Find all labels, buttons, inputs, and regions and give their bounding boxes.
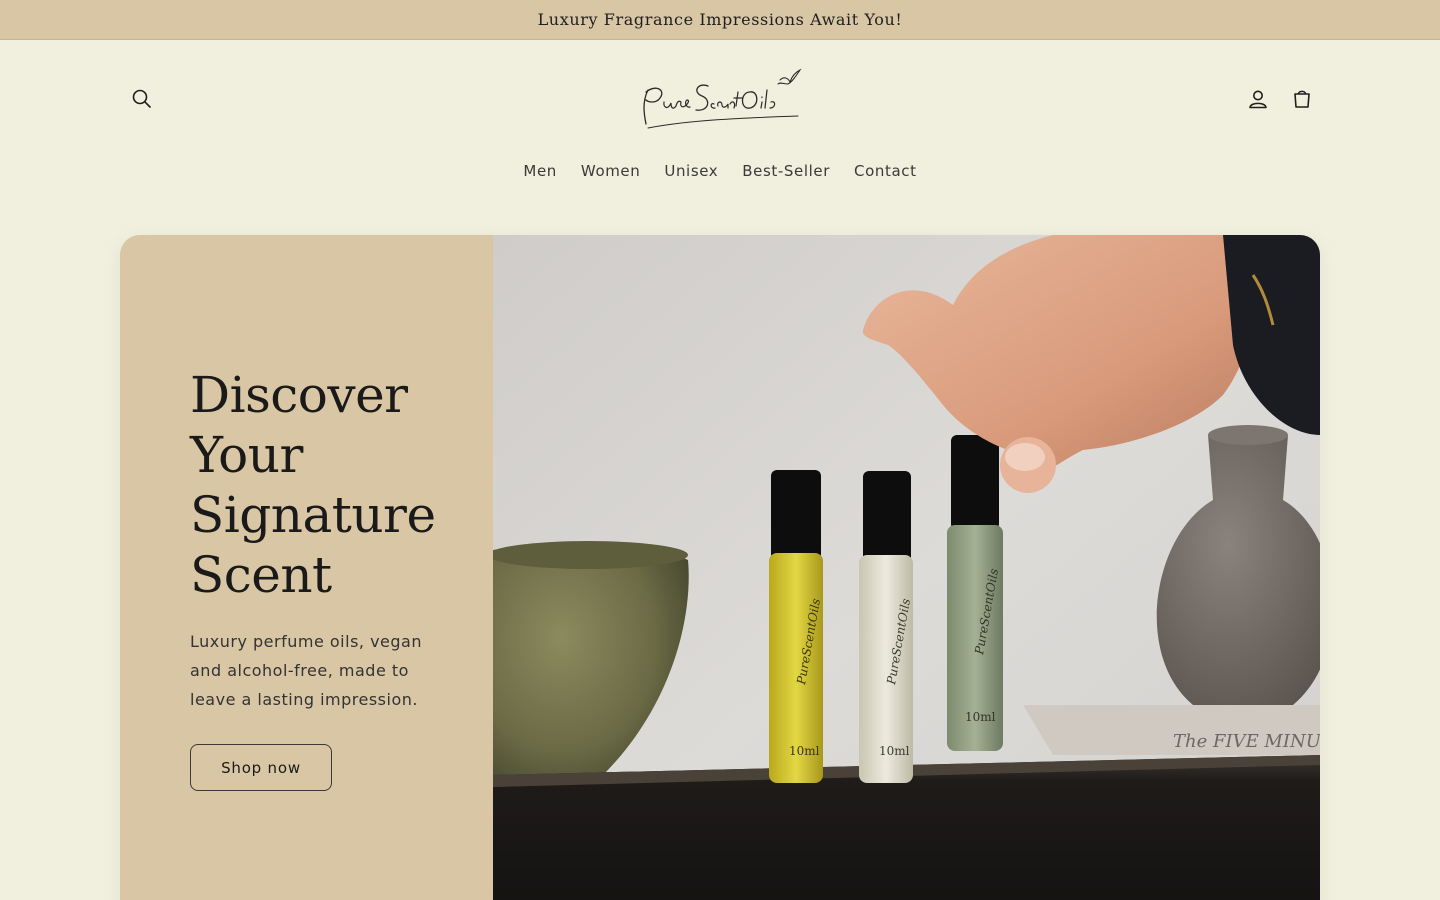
hero-subtitle: Luxury perfume oils, vegan and alcohol-f… [190,632,422,709]
account-button[interactable] [1238,79,1278,119]
cart-button[interactable] [1282,79,1322,119]
announcement-text: Luxury Fragrance Impressions Await You! [537,10,903,29]
hero-title-line: Discover [190,366,408,424]
cart-icon [1294,90,1310,108]
logo-mark [643,68,802,129]
hero-banner: Discover Your Signature Scent Luxury per… [120,235,1320,900]
site-logo[interactable] [630,62,810,138]
nav-item-women[interactable]: Women [581,162,640,180]
hero-title-line: Signature [190,486,436,544]
nav-item-contact[interactable]: Contact [854,162,917,180]
hero-title: Discover Your Signature Scent [190,365,470,605]
hero-title-line: Your [190,426,303,484]
hero-text-block: Discover Your Signature Scent Luxury per… [190,365,470,791]
search-button[interactable] [122,79,162,119]
book-text: The FIVE MINUT [1173,731,1320,752]
main-nav: Men Women Unisex Best-Seller Contact [0,156,1440,186]
nav-item-men[interactable]: Men [523,162,556,180]
search-icon [132,89,151,108]
bottle-volume-label: 10ml [965,710,996,724]
hero-image: The FIVE MINUT 10ml PureScentOils 10ml P… [488,235,1320,900]
nav-item-unisex[interactable]: Unisex [664,162,718,180]
hero-photo: The FIVE MINUT 10ml PureScentOils 10ml P… [488,235,1320,900]
nav-item-best-seller[interactable]: Best-Seller [742,162,830,180]
bottle-volume-label: 10ml [879,744,910,758]
hero-title-line: Scent [190,546,332,604]
shop-now-button[interactable]: Shop now [190,744,332,791]
bottle-volume-label: 10ml [789,744,820,758]
announcement-bar: Luxury Fragrance Impressions Await You! [0,0,1440,40]
account-icon [1249,90,1267,109]
